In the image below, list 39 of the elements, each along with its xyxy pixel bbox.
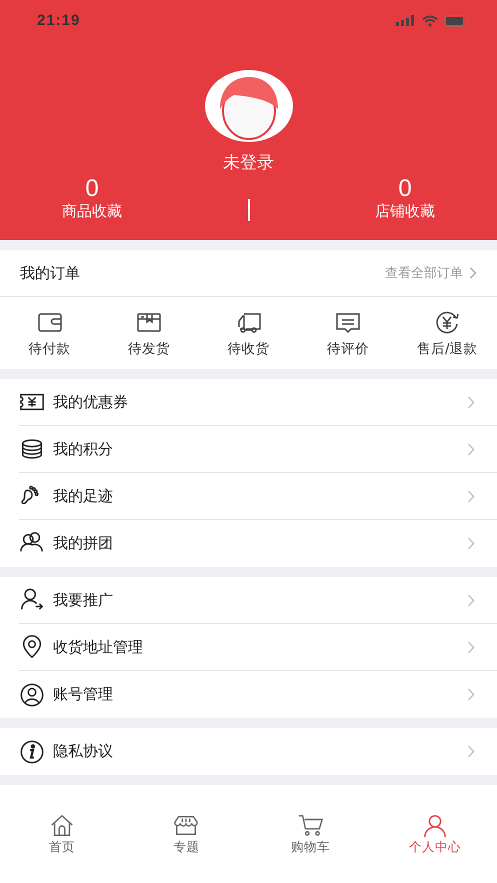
- login-status[interactable]: 未登录: [223, 151, 274, 174]
- menu-item[interactable]: 我的优惠券: [19, 379, 497, 426]
- order-status-tab[interactable]: 待评价: [298, 297, 398, 369]
- cart-icon: [296, 813, 325, 839]
- chevron-icon: [467, 442, 475, 456]
- menu-item[interactable]: 我的足迹: [19, 473, 497, 520]
- info-icon: [19, 738, 45, 764]
- stat-count: 0: [398, 176, 412, 202]
- stat-count: 0: [85, 176, 99, 202]
- avatar[interactable]: [204, 69, 294, 143]
- chevron-icon: [467, 688, 475, 701]
- order-status-tab[interactable]: 售后/退款: [398, 297, 497, 369]
- status-time: 21:19: [37, 12, 80, 29]
- chevron-icon: [467, 396, 475, 408]
- signal-icon: [396, 15, 416, 26]
- tab-bar-item[interactable]: 购物车: [248, 813, 373, 856]
- tab-bar-item[interactable]: 个人中心: [372, 813, 497, 856]
- chevron-icon: [467, 594, 475, 606]
- battery-icon: [444, 14, 471, 26]
- tab-bar-item[interactable]: 首页: [0, 813, 124, 856]
- chevron-icon: [469, 267, 477, 279]
- menu-item[interactable]: 账号管理: [19, 671, 497, 718]
- chevron-icon: [467, 745, 475, 758]
- order-status-tab[interactable]: 待收货: [198, 297, 298, 369]
- order-status-tab[interactable]: 待发货: [99, 297, 199, 369]
- menu-item[interactable]: 我要推广: [19, 577, 497, 624]
- wifi-icon: [422, 14, 438, 26]
- chevron-icon: [467, 640, 475, 654]
- order-status-tab[interactable]: 待付款: [0, 297, 100, 369]
- section-title: 我的订单: [20, 264, 80, 282]
- stat-label[interactable]: 商品收藏: [62, 202, 122, 222]
- stat-label[interactable]: 店铺收藏: [375, 202, 435, 222]
- account-icon: [19, 682, 45, 708]
- menu-item[interactable]: 我的拼团: [19, 520, 497, 567]
- chevron-icon: [467, 490, 475, 502]
- chevron-icon: [467, 537, 475, 550]
- tab-bar-item[interactable]: 专题: [124, 813, 248, 856]
- menu-item[interactable]: 我的积分: [19, 426, 497, 473]
- menu-item[interactable]: 收货地址管理: [19, 624, 497, 671]
